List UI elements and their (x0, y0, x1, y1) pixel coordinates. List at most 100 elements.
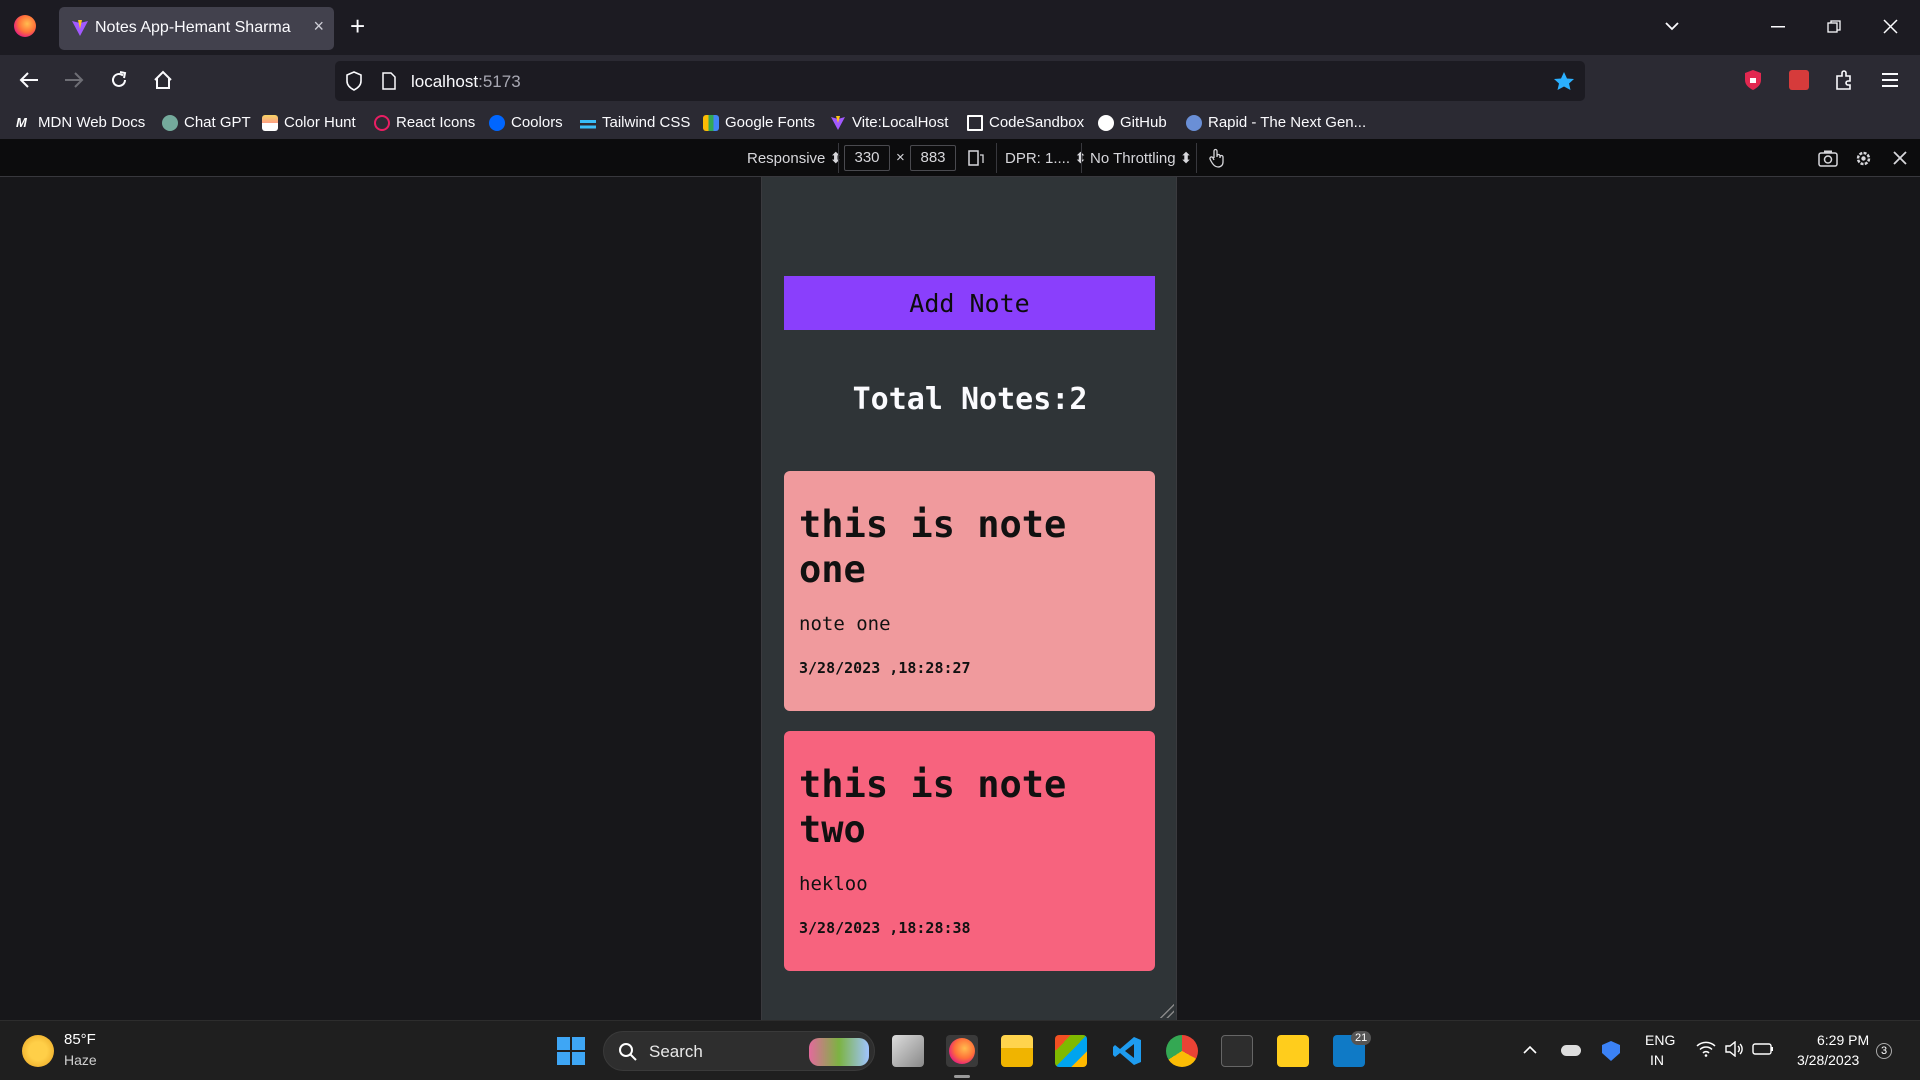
weather-description: Haze (64, 1052, 97, 1068)
show-hidden-icons-icon[interactable] (1523, 1045, 1537, 1055)
google-fonts-icon (703, 114, 719, 131)
navigation-bar: localhost:5173 (0, 55, 1920, 107)
note-title: this is note two (799, 763, 1067, 851)
close-rdm-icon[interactable] (1893, 151, 1907, 165)
weather-haze-icon[interactable] (22, 1035, 54, 1067)
wifi-icon[interactable] (1696, 1041, 1716, 1057)
bookmark-coolors[interactable]: Coolors (489, 114, 563, 131)
language-code[interactable]: ENG (1645, 1032, 1675, 1048)
github-icon (1098, 114, 1114, 131)
extension-dice-icon[interactable] (1789, 70, 1809, 90)
region-code[interactable]: IN (1650, 1052, 1664, 1068)
new-tab-button[interactable]: + (350, 12, 365, 40)
extensions-icon[interactable] (1834, 69, 1854, 91)
note-card[interactable]: this is note one note one 3/28/2023 ,18:… (784, 471, 1155, 711)
tailwind-icon (580, 114, 596, 131)
defender-icon[interactable] (1602, 1041, 1620, 1061)
bookmark-tailwind[interactable]: Tailwind CSS (580, 114, 690, 131)
viewport-height-input[interactable]: 883 (910, 145, 956, 171)
weather-temperature: 85°F (64, 1031, 96, 1048)
extension-lock-icon[interactable] (1744, 69, 1762, 91)
task-view-icon[interactable] (892, 1035, 924, 1067)
bookmark-github[interactable]: GitHub (1098, 114, 1167, 131)
vite-favicon-icon (72, 20, 88, 36)
url-text: localhost:5173 (411, 72, 521, 91)
active-app-indicator (954, 1075, 970, 1078)
bookmark-star-icon[interactable] (1553, 71, 1575, 91)
dpr-selector[interactable]: DPR: 1.... ⬍ (1005, 149, 1087, 167)
colorhunt-icon (262, 114, 278, 131)
bookmark-colorhunt[interactable]: Color Hunt (262, 114, 356, 131)
minimize-icon[interactable] (1771, 26, 1785, 28)
bookmark-googlefonts[interactable]: Google Fonts (703, 114, 815, 131)
list-all-tabs-icon[interactable] (1664, 20, 1680, 32)
bookmark-vite[interactable]: Vite:LocalHost (830, 114, 948, 131)
taskbar-search[interactable]: Search (603, 1031, 875, 1071)
notification-badge: 21 (1351, 1031, 1372, 1045)
rotate-viewport-icon[interactable] (967, 149, 985, 167)
url-bar[interactable]: localhost:5173 (335, 61, 1585, 101)
chrome-icon[interactable] (1166, 1035, 1198, 1067)
note-timestamp: 3/28/2023 ,18:28:27 (799, 659, 971, 677)
battery-icon[interactable] (1752, 1042, 1774, 1056)
responsive-design-toolbar: Responsive ⬍ 330 × 883 DPR: 1.... ⬍ No T… (0, 139, 1920, 177)
note-body: hekloo (799, 873, 868, 895)
volume-icon[interactable] (1724, 1041, 1744, 1057)
vite-icon (831, 115, 845, 130)
note-title: this is note one (799, 503, 1067, 591)
total-notes-heading: Total Notes:2 (852, 382, 1088, 417)
touch-simulation-icon[interactable] (1208, 148, 1226, 168)
toolbar-divider (1081, 143, 1082, 173)
search-highlight-icon (809, 1038, 869, 1066)
tab-close-icon[interactable]: × (313, 16, 324, 37)
close-window-icon[interactable] (1883, 19, 1898, 34)
bookmark-reacticons[interactable]: React Icons (374, 114, 475, 131)
page-icon[interactable] (382, 72, 396, 90)
onedrive-icon[interactable] (1561, 1045, 1581, 1056)
screenshot-icon[interactable] (1818, 150, 1838, 167)
windows-taskbar: 85°F Haze Search 21 ENG IN 6:29 PM 3/28/… (0, 1020, 1920, 1080)
device-selector[interactable]: Responsive ⬍ (747, 149, 842, 167)
bookmark-codesandbox[interactable]: CodeSandbox (967, 114, 1084, 131)
menu-icon[interactable] (1881, 72, 1899, 88)
search-icon (619, 1043, 637, 1061)
browser-tab[interactable]: Notes App-Hemant Sharma × (59, 7, 334, 50)
vscode-icon[interactable] (1111, 1035, 1143, 1067)
file-explorer-icon[interactable] (1001, 1035, 1033, 1067)
viewport-width-input[interactable]: 330 (844, 145, 890, 171)
dimension-separator: × (896, 149, 905, 166)
firefox-logo-icon[interactable] (14, 15, 36, 37)
notification-count[interactable]: 3 (1876, 1043, 1892, 1059)
forward-icon[interactable] (64, 71, 84, 89)
home-icon[interactable] (153, 70, 173, 90)
note-body: note one (799, 613, 891, 635)
bookmark-mdn[interactable]: M MDN Web Docs (16, 114, 145, 131)
clock-time[interactable]: 6:29 PM (1817, 1032, 1869, 1048)
sticky-notes-icon[interactable] (1277, 1035, 1309, 1067)
reload-icon[interactable] (109, 70, 129, 90)
back-icon[interactable] (19, 71, 39, 89)
react-icons-icon (374, 114, 390, 131)
responsive-device-frame: Add Note Total Notes:2 this is note one … (761, 177, 1177, 1020)
firefox-taskbar-icon[interactable] (946, 1035, 978, 1067)
clock-date[interactable]: 3/28/2023 (1797, 1052, 1859, 1068)
note-card[interactable]: this is note two hekloo 3/28/2023 ,18:28… (784, 731, 1155, 971)
toolbar-divider (838, 143, 839, 173)
windows-start-icon[interactable] (556, 1036, 586, 1066)
add-note-button[interactable]: Add Note (784, 276, 1155, 330)
search-label: Search (649, 1042, 703, 1061)
throttling-selector[interactable]: No Throttling ⬍ (1090, 149, 1192, 167)
restore-icon[interactable] (1827, 20, 1841, 34)
shield-icon[interactable] (345, 71, 363, 91)
bookmark-rapid[interactable]: Rapid - The Next Gen... (1186, 114, 1366, 131)
browser-tab-bar: Notes App-Hemant Sharma × + (0, 0, 1920, 55)
toolbar-divider (996, 143, 997, 173)
viewport-resize-handle[interactable] (1158, 1002, 1174, 1018)
bookmark-chatgpt[interactable]: Chat GPT (162, 114, 251, 131)
codesandbox-icon (967, 114, 983, 131)
chatgpt-icon (162, 114, 178, 131)
settings-gear-icon[interactable] (1854, 149, 1873, 168)
page-viewport: Add Note Total Notes:2 this is note one … (0, 177, 1920, 1020)
microsoft-store-icon[interactable] (1055, 1035, 1087, 1067)
terminal-icon[interactable] (1221, 1035, 1253, 1067)
